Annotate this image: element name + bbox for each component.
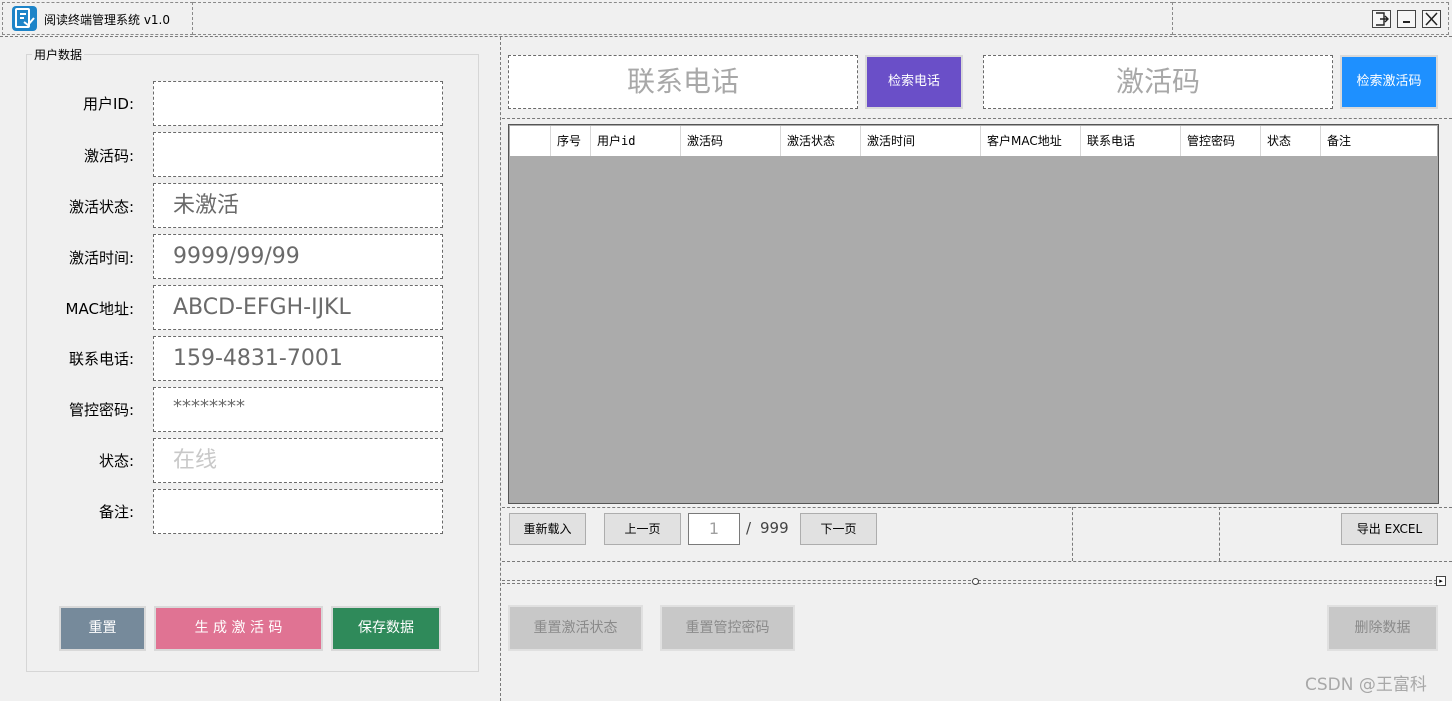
remark-label: 备注: xyxy=(98,503,134,521)
splitter-handle-icon[interactable] xyxy=(972,578,979,585)
activation-code-label: 激活码: xyxy=(83,147,134,165)
column-header-index[interactable]: 序号 xyxy=(550,126,590,156)
window-title: 阅读终端管理系统 v1.0 xyxy=(44,13,171,27)
phone-search-input[interactable]: 联系电话 xyxy=(508,55,858,109)
close-icon[interactable] xyxy=(1422,10,1441,28)
user-id-label: 用户ID: xyxy=(82,95,134,113)
group-title: 用户数据 xyxy=(32,46,85,63)
activation-status-field[interactable]: 未激活 xyxy=(153,183,443,228)
divider xyxy=(502,507,1452,508)
search-phone-button[interactable]: 检索电话 xyxy=(865,55,963,109)
column-header-select[interactable] xyxy=(510,126,550,156)
column-header-activation-status[interactable]: 激活状态 xyxy=(780,126,860,156)
reset-button[interactable]: 重置 xyxy=(59,606,146,651)
activation-time-label: 激活时间: xyxy=(68,249,134,267)
control-password-field[interactable]: ******** xyxy=(153,387,443,432)
column-header-activation-time[interactable]: 激活时间 xyxy=(860,126,980,156)
activation-code-search-input[interactable]: 激活码 xyxy=(983,55,1333,109)
next-page-button[interactable]: 下一页 xyxy=(800,513,877,545)
generate-activation-code-button[interactable]: 生 成 激 活 码 xyxy=(154,606,323,651)
divider xyxy=(502,561,1452,562)
control-password-label: 管控密码: xyxy=(68,401,134,419)
save-data-button[interactable]: 保存数据 xyxy=(331,606,441,651)
search-activation-code-button[interactable]: 检索激活码 xyxy=(1340,55,1438,109)
column-header-remark[interactable]: 备注 xyxy=(1320,126,1437,156)
column-header-state[interactable]: 状态 xyxy=(1260,126,1320,156)
splitter-arrow-icon[interactable]: ▸ xyxy=(1436,576,1446,586)
minimize-icon[interactable] xyxy=(1397,10,1416,28)
reset-control-password-button[interactable]: 重置管控密码 xyxy=(660,605,795,651)
remark-field[interactable] xyxy=(153,489,443,534)
export-excel-button[interactable]: 导出 EXCEL xyxy=(1341,513,1438,545)
title-drag-area[interactable] xyxy=(193,2,1173,35)
divider xyxy=(1072,507,1073,561)
column-header-activation-code[interactable]: 激活码 xyxy=(680,126,780,156)
divider xyxy=(1219,507,1220,561)
restore-icon[interactable] xyxy=(1372,10,1391,28)
column-header-control-password[interactable]: 管控密码 xyxy=(1180,126,1260,156)
column-header-phone[interactable]: 联系电话 xyxy=(1080,126,1180,156)
data-grid[interactable] xyxy=(508,124,1439,504)
mac-address-field[interactable]: ABCD-EFGH-IJKL xyxy=(153,285,443,330)
reset-activation-status-button[interactable]: 重置激活状态 xyxy=(508,605,643,651)
state-field[interactable]: 在线 xyxy=(153,438,443,483)
reload-button[interactable]: 重新载入 xyxy=(509,513,586,545)
phone-label: 联系电话: xyxy=(68,350,134,368)
prev-page-button[interactable]: 上一页 xyxy=(604,513,681,545)
page-total: 999 xyxy=(760,519,789,537)
page-number-input[interactable]: 1 xyxy=(688,513,740,545)
watermark: CSDN @王富科 xyxy=(1305,675,1427,695)
page-separator: / xyxy=(746,519,752,537)
phone-field[interactable]: 159-4831-7001 xyxy=(153,336,443,381)
column-header-mac-address[interactable]: 客户MAC地址 xyxy=(980,126,1080,156)
mac-address-label: MAC地址: xyxy=(65,300,134,318)
column-header-user-id[interactable]: 用户id xyxy=(590,126,680,156)
state-label: 状态: xyxy=(98,452,134,470)
activation-code-field[interactable] xyxy=(153,132,443,177)
activation-status-label: 激活状态: xyxy=(68,198,134,216)
app-logo-icon xyxy=(12,6,37,31)
activation-time-field[interactable]: 9999/99/99 xyxy=(153,234,443,279)
delete-data-button[interactable]: 删除数据 xyxy=(1327,605,1438,651)
user-id-field[interactable] xyxy=(153,81,443,126)
